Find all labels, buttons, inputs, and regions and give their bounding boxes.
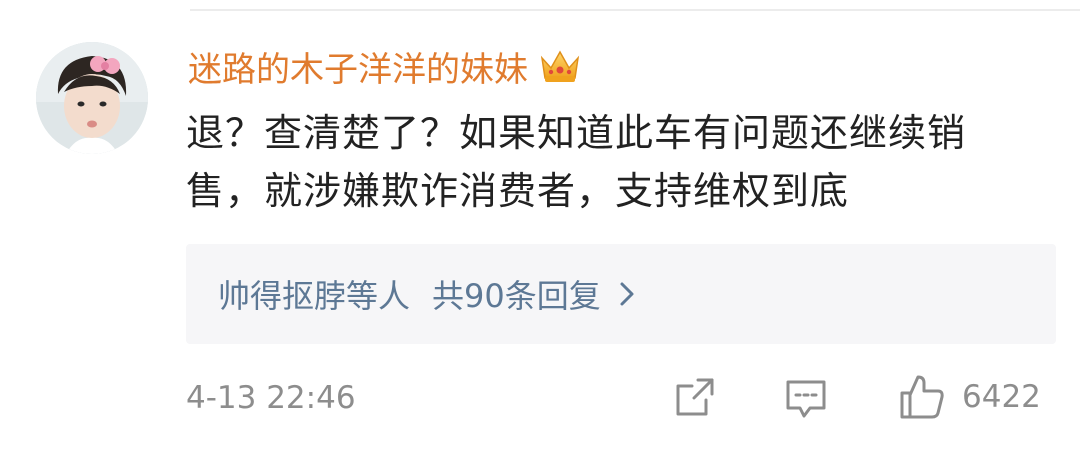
replies-link[interactable]: 帅得抠脖等人 共90条回复 — [218, 271, 637, 317]
replies-preview[interactable]: 帅得抠脖等人 共90条回复 — [186, 244, 1056, 344]
comment-button[interactable] — [784, 378, 828, 420]
comment-footer: 4-13 22:46 6422 — [186, 372, 1066, 422]
username-row[interactable]: 迷路的木子洋洋的妹妹 — [188, 40, 582, 92]
like-count: 6422 — [962, 379, 1041, 415]
share-icon — [676, 378, 714, 416]
divider — [190, 9, 1080, 11]
comment-icon — [786, 380, 826, 418]
timestamp: 4-13 22:46 — [186, 380, 356, 416]
like-button[interactable]: 6422 — [898, 372, 1041, 422]
crown-icon — [538, 46, 582, 86]
avatar-image — [36, 42, 148, 154]
comment-page: 迷路的木子洋洋的妹妹 退？查清楚了？如果知道此车有问题还继续销售，就涉嫌欺诈消费… — [0, 0, 1080, 452]
share-button[interactable] — [674, 376, 716, 418]
chevron-right-icon — [617, 280, 637, 308]
thumbs-up-icon — [900, 375, 944, 419]
username[interactable]: 迷路的木子洋洋的妹妹 — [188, 42, 528, 91]
avatar[interactable] — [36, 42, 148, 154]
comment-text: 退？查清楚了？如果知道此车有问题还继续销售，就涉嫌欺诈消费者，支持维权到底 — [186, 111, 967, 213]
repliers-label: 帅得抠脖等人 — [218, 277, 411, 315]
reply-count-label: 共90条回复 — [432, 277, 601, 315]
